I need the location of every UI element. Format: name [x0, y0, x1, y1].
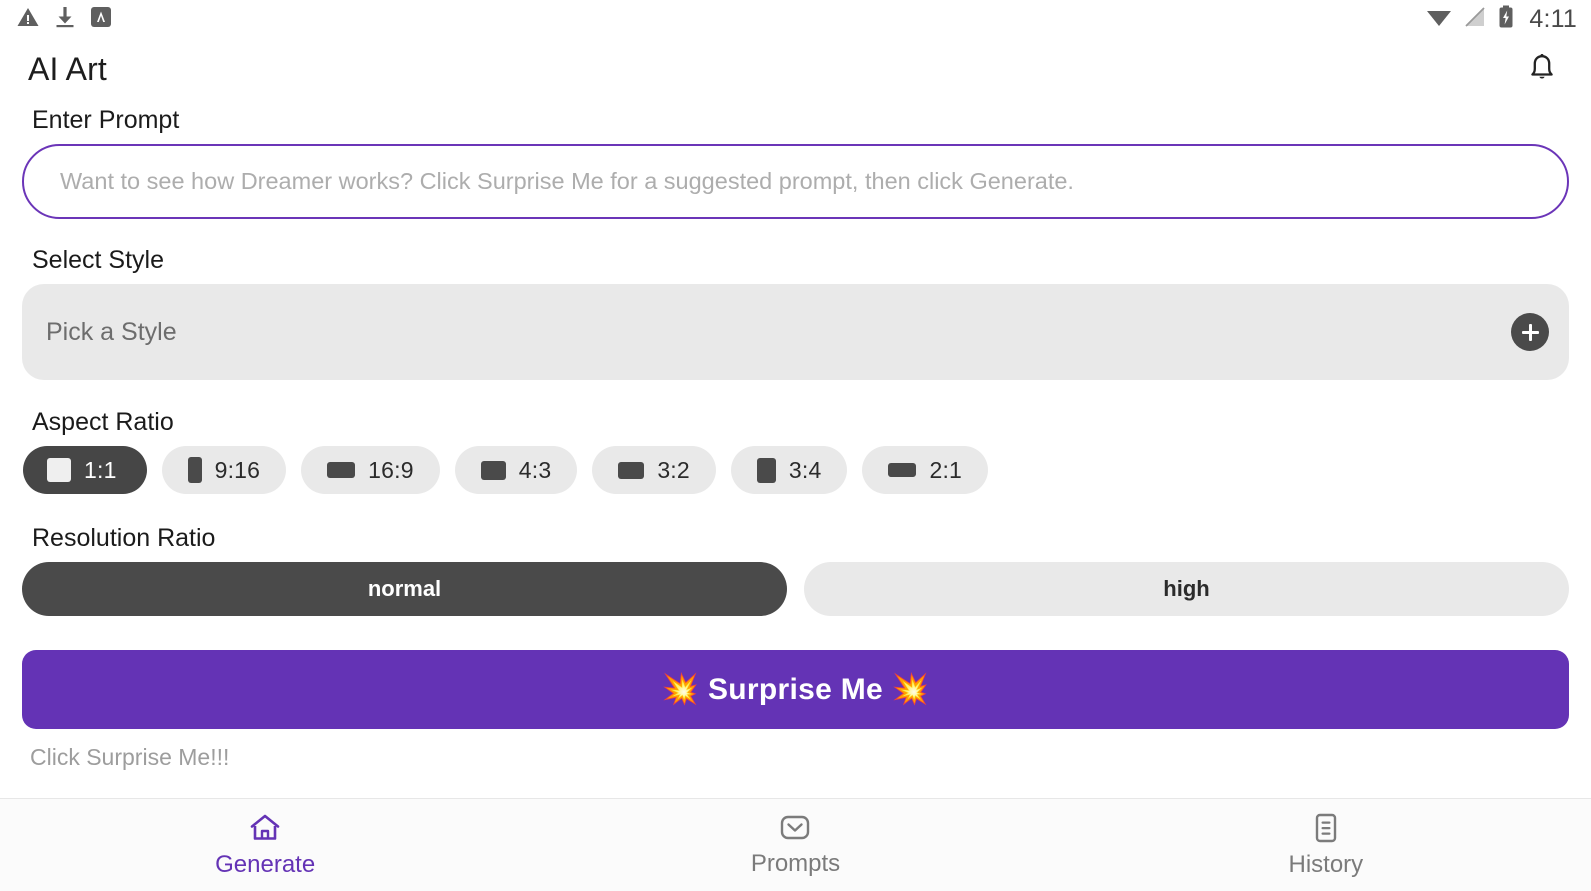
bottom-navigation: Generate Prompts History [0, 798, 1591, 891]
page-title: AI Art [28, 50, 107, 87]
status-bar-left-icons [16, 5, 112, 34]
app-screen: 4:11 AI Art Enter Prompt Select Style [0, 0, 1591, 891]
no-sim-icon [1464, 6, 1486, 33]
resolution-options: normal high [22, 562, 1569, 616]
nav-item-history[interactable]: History [1061, 799, 1591, 891]
style-picker[interactable]: Pick a Style [22, 284, 1569, 380]
ratio-shape-icon [480, 460, 506, 480]
style-placeholder: Pick a Style [46, 317, 177, 346]
ratio-shape-icon [756, 457, 776, 483]
aspect-ratio-options: 1:1 9:16 16:9 4:3 3:2 3:4 2:1 [22, 446, 1569, 494]
aspect-ratio-chip-1-1[interactable]: 1:1 [23, 446, 147, 494]
nav-item-label: Prompts [750, 849, 841, 877]
aspect-ratio-chip-label: 1:1 [84, 456, 117, 483]
status-message: Click Surprise Me!!! [30, 744, 230, 770]
ratio-shape-icon [47, 458, 71, 482]
download-icon [54, 5, 76, 34]
surprise-section: 💥 Surprise Me 💥 Click Surprise Me!!! [22, 650, 1569, 771]
ratio-shape-icon [187, 457, 202, 483]
aspect-ratio-chip-label: 2:1 [929, 456, 963, 483]
app-bar: AI Art [0, 38, 1591, 100]
resolution-section: Resolution Ratio normal high [22, 524, 1569, 616]
status-bar: 4:11 [0, 0, 1591, 38]
add-style-button[interactable] [1511, 313, 1549, 351]
aspect-ratio-chip-9-16[interactable]: 9:16 [161, 446, 287, 494]
nav-item-generate[interactable]: Generate [0, 799, 530, 891]
home-icon [248, 812, 282, 847]
aspect-ratio-chip-3-2[interactable]: 3:2 [592, 446, 716, 494]
nav-item-label: Generate [215, 850, 316, 878]
battery-charging-icon [1498, 5, 1514, 34]
status-bar-time: 4:11 [1529, 4, 1577, 33]
aspect-ratio-chip-label: 3:4 [788, 456, 822, 483]
status-bar-right-icons: 4:11 [1426, 5, 1577, 34]
resolution-label: Resolution Ratio [32, 524, 216, 552]
style-section: Select Style Pick a Style [22, 246, 1569, 380]
aspect-ratio-chip-label: 3:2 [657, 456, 690, 483]
bell-icon [1528, 53, 1556, 86]
surprise-me-button[interactable]: 💥 Surprise Me 💥 [22, 650, 1569, 729]
aspect-ratio-section: Aspect Ratio 1:1 9:16 16:9 4:3 3:2 3:4 2:1 [22, 408, 1569, 494]
message-icon [778, 813, 812, 846]
nav-item-label: History [1288, 850, 1364, 878]
aspect-ratio-chip-2-1[interactable]: 2:1 [862, 446, 989, 494]
aspect-ratio-chip-4-3[interactable]: 4:3 [454, 446, 578, 494]
prompt-label: Enter Prompt [32, 106, 180, 134]
aspect-ratio-chip-16-9[interactable]: 16:9 [301, 446, 440, 494]
app-badge-icon [90, 6, 112, 33]
wifi-icon [1426, 6, 1452, 33]
prompt-section: Enter Prompt [22, 106, 1569, 219]
document-list-icon [1311, 812, 1341, 847]
style-label: Select Style [32, 246, 165, 274]
ratio-shape-icon [618, 461, 645, 479]
ratio-shape-icon [327, 462, 356, 478]
aspect-ratio-chip-label: 9:16 [214, 456, 261, 483]
prompt-input[interactable] [22, 144, 1569, 219]
resolution-option-high[interactable]: high [804, 562, 1569, 616]
aspect-ratio-chip-3-4[interactable]: 3:4 [730, 446, 848, 494]
ratio-shape-icon [888, 463, 917, 477]
notifications-button[interactable] [1519, 46, 1565, 92]
main-content: Enter Prompt Select Style Pick a Style A… [0, 100, 1591, 798]
warning-triangle-icon [16, 5, 40, 34]
aspect-ratio-label: Aspect Ratio [32, 408, 174, 436]
aspect-ratio-chip-label: 16:9 [368, 456, 414, 483]
aspect-ratio-chip-label: 4:3 [518, 456, 552, 483]
resolution-option-normal[interactable]: normal [22, 562, 787, 616]
nav-item-prompts[interactable]: Prompts [530, 799, 1060, 891]
